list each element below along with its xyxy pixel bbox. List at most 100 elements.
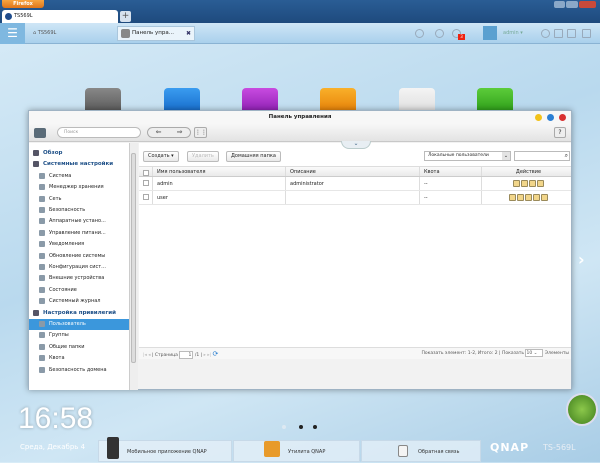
user-search-input[interactable]: ⌕ <box>514 151 570 161</box>
help-button[interactable]: ? <box>554 127 566 138</box>
sidebar-item-icon <box>33 161 39 167</box>
main-menu-button[interactable]: ☰ <box>0 23 25 44</box>
search-services-icon[interactable] <box>415 29 424 38</box>
next-page-button[interactable]: ▸ <box>204 353 206 358</box>
edit-profile-icon[interactable] <box>509 194 516 201</box>
table-row[interactable]: user -- <box>139 191 571 205</box>
sidebar-item[interactable]: Уведомления <box>29 239 130 250</box>
sidebar-item-label: Группы <box>49 332 69 338</box>
search-icon[interactable] <box>541 29 550 38</box>
sidebar-item[interactable]: Безопасность <box>29 205 130 216</box>
browser-tab[interactable]: TS569L <box>2 10 118 23</box>
home-link[interactable]: ⌂ TS569L <box>33 23 56 44</box>
qnap-logo: QNAP <box>490 441 529 454</box>
sidebar-item-icon <box>39 218 45 224</box>
edit-account-icon[interactable] <box>521 180 528 187</box>
firefox-menu-button[interactable]: Firefox <box>2 0 44 8</box>
per-page-select[interactable]: 10 ⌄ <box>525 349 543 357</box>
first-page-button[interactable]: |◂ <box>143 353 147 358</box>
sidebar-item-icon <box>39 332 45 338</box>
back-button[interactable]: ⇐ <box>156 128 162 137</box>
sidebar-item[interactable]: Аппаратные устано... <box>29 216 130 227</box>
sidebar-item[interactable]: Обзор <box>29 148 130 159</box>
sidebar-item[interactable]: Сеть <box>29 194 130 205</box>
page-input[interactable]: 1 <box>179 351 193 359</box>
notification-badge: 3 <box>458 34 465 40</box>
prev-page-button[interactable]: ◂ <box>148 353 150 358</box>
sidebar-item[interactable]: Пользователь <box>29 319 130 330</box>
row-checkbox[interactable] <box>143 194 149 200</box>
close-tab-icon[interactable]: ✖ <box>186 27 191 40</box>
sidebar-item[interactable]: Общие папки <box>29 342 130 353</box>
taskbar-feedback[interactable]: Обратная связь <box>361 440 481 462</box>
minimize-button[interactable] <box>554 1 565 8</box>
user-avatar[interactable] <box>483 26 497 40</box>
table-header: Имя пользователя Описание Квота Действие <box>139 166 571 177</box>
sidebar-item[interactable]: Управление питани... <box>29 228 130 239</box>
edit-group-icon[interactable] <box>525 194 532 201</box>
taskbar-mobile-app[interactable]: Мобильное приложение QNAP <box>98 440 232 462</box>
more-icon[interactable] <box>582 29 591 38</box>
sidebar-item[interactable]: Менеджер хранения <box>29 182 130 193</box>
background-tasks-icon[interactable] <box>435 29 444 38</box>
collapse-toolbar-button[interactable]: ⌄ <box>341 141 371 149</box>
delete-button[interactable]: Удалить <box>187 151 219 162</box>
column-description[interactable]: Описание <box>286 167 420 176</box>
select-all-checkbox[interactable] <box>139 167 153 176</box>
next-page-arrow-icon[interactable]: › <box>578 250 585 269</box>
sidebar-item[interactable]: Безопасность домена <box>29 365 130 376</box>
sidebar-item-label: Безопасность <box>49 207 85 213</box>
maximize-button[interactable] <box>566 1 577 8</box>
close-button[interactable] <box>579 1 596 8</box>
forward-button[interactable]: ⇒ <box>177 128 183 137</box>
sidebar-item-label: Обзор <box>43 150 62 156</box>
browser-titlebar: Firefox TS569L + <box>0 0 600 23</box>
dashboard-icon[interactable] <box>567 29 576 38</box>
minimize-window-button[interactable] <box>535 114 542 121</box>
sidebar-item-icon <box>39 253 45 259</box>
sidebar-item-label: Пользователь <box>49 321 86 327</box>
maximize-window-button[interactable] <box>547 114 554 121</box>
desktop-page-dot[interactable] <box>299 425 303 429</box>
edit-account-icon[interactable] <box>517 194 524 201</box>
desktop-page-dot[interactable] <box>313 425 317 429</box>
sidebar-item[interactable]: Обновление системы <box>29 251 130 262</box>
row-checkbox[interactable] <box>143 180 149 186</box>
edit-profile-icon[interactable] <box>513 180 520 187</box>
edit-group-icon[interactable] <box>529 180 536 187</box>
shared-folder-permission-icon[interactable] <box>533 194 540 201</box>
sidebar-item[interactable]: Группы <box>29 330 130 341</box>
toggle-sidebar-icon[interactable] <box>34 128 46 138</box>
qts-toolbar: ☰ ⌂ TS569L Панель упра...✖ 3 admin ▾ <box>0 23 600 44</box>
dashboard-gauge-icon[interactable] <box>566 393 598 426</box>
sidebar-item[interactable]: Системный журнал <box>29 296 130 307</box>
search-input[interactable]: Поиск <box>57 127 141 138</box>
user-menu[interactable]: admin ▾ <box>503 23 523 44</box>
home-folder-button[interactable]: Домашняя папка <box>226 151 281 162</box>
sidebar-item[interactable]: Внешние устройства <box>29 273 130 284</box>
sidebar-scrollbar[interactable] <box>130 143 138 390</box>
refresh-icon[interactable]: ⟳ <box>213 350 219 358</box>
last-page-button[interactable]: ▸| <box>207 353 211 358</box>
app-tab-control-panel[interactable]: Панель упра...✖ <box>117 26 195 41</box>
sidebar-item[interactable]: Системные настройки <box>29 159 130 170</box>
taskbar-qnap-utility[interactable]: Утилита QNAP <box>233 440 360 462</box>
table-row[interactable]: admin administrator -- <box>139 177 571 191</box>
column-quota[interactable]: Квота <box>420 167 482 176</box>
sidebar-item[interactable]: Система <box>29 171 130 182</box>
window-controls[interactable] <box>554 1 596 8</box>
create-button[interactable]: Создать ▾ <box>143 151 179 162</box>
sidebar-item[interactable]: Конфигурация сист... <box>29 262 130 273</box>
sidebar-item[interactable]: Квота <box>29 353 130 364</box>
column-username[interactable]: Имя пользователя <box>153 167 286 176</box>
application-privilege-icon[interactable] <box>541 194 548 201</box>
sidebar-item[interactable]: Настройка привилегий <box>29 308 130 319</box>
sidebar-item[interactable]: Состояние <box>29 285 130 296</box>
info-icon[interactable] <box>554 29 563 38</box>
desktop-page-dot[interactable] <box>282 425 286 429</box>
shared-folder-permission-icon[interactable] <box>537 180 544 187</box>
grid-view-button[interactable]: ⋮⋮ <box>194 127 207 138</box>
new-tab-button[interactable]: + <box>120 11 131 22</box>
user-type-select[interactable]: Локальные пользователи⌄ <box>424 151 511 161</box>
close-window-button[interactable] <box>559 114 566 121</box>
